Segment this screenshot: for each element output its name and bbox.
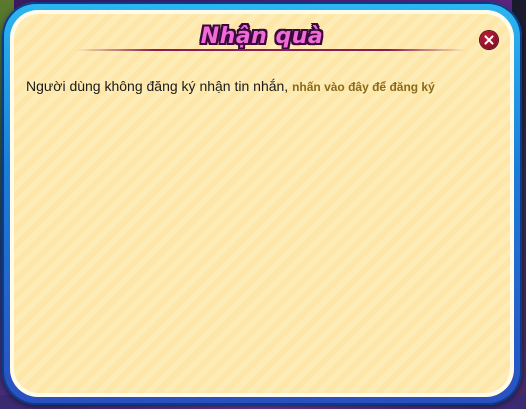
dialog-rim: Nhận quà Người dùng không đăng ký nhận t…	[10, 10, 514, 397]
dialog-title: Nhận quà	[200, 24, 324, 49]
gift-dialog: Nhận quà Người dùng không đăng ký nhận t…	[2, 2, 522, 405]
dialog-panel: Nhận quà Người dùng không đăng ký nhận t…	[14, 14, 510, 393]
register-link[interactable]: nhấn vào đây để đăng ký	[292, 80, 435, 94]
close-icon[interactable]	[480, 31, 498, 49]
dialog-title-bar: Nhận quà	[14, 24, 510, 49]
title-divider	[76, 49, 466, 51]
message-line: Người dùng không đăng ký nhận tin nhắn, …	[26, 78, 496, 94]
message-text: Người dùng không đăng ký nhận tin nhắn,	[26, 78, 289, 94]
